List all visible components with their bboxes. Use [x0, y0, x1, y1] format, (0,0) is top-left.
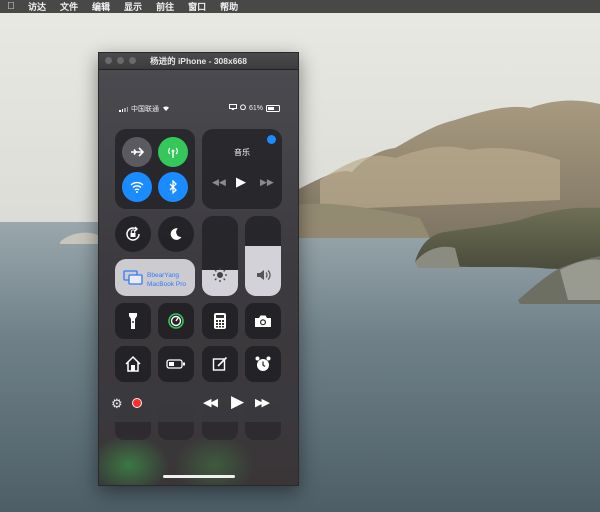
do-not-disturb-icon[interactable]	[158, 216, 194, 252]
menu-go[interactable]: 前往	[150, 0, 182, 13]
menu-help[interactable]: 帮助	[214, 0, 246, 13]
orientation-lock-icon[interactable]	[115, 216, 151, 252]
screen-mirroring-status-icon	[228, 104, 237, 112]
screen-mirroring-module[interactable]: BbearYang MacBook Pro	[115, 259, 195, 296]
battery-icon	[266, 104, 280, 112]
calculator-icon[interactable]	[202, 303, 238, 339]
mirroring-device-name: BbearYang	[147, 272, 180, 279]
menu-bar:  访达 文件 编辑 显示 前往 窗口 帮助	[0, 0, 600, 13]
music-module[interactable]: 音乐 ◀◀ ▶ ▶▶	[202, 129, 282, 209]
bluetooth-icon[interactable]	[158, 172, 188, 202]
previous-icon[interactable]: ◀◀	[212, 177, 226, 188]
next-icon[interactable]: ▶▶	[260, 177, 274, 188]
alarm-icon[interactable]	[245, 346, 281, 382]
carrier-name: 中国联通	[131, 106, 159, 113]
volume-slider[interactable]	[245, 216, 281, 296]
mirroring-device-model: MacBook Pro	[147, 281, 187, 288]
battery-percentage: 61%	[248, 104, 263, 112]
rewind-icon[interactable]: ◀◀	[203, 396, 218, 409]
phone-screen[interactable]: 中国联通 61% 音乐 ◀◀ ▶ ▶▶ BbearYang MacBook Pr…	[99, 70, 298, 485]
menu-finder[interactable]: 访达	[22, 0, 54, 13]
status-bar: 中国联通 61%	[99, 104, 298, 114]
wifi-status-icon	[162, 105, 170, 113]
alarm-status-icon	[240, 104, 246, 112]
flashlight-icon[interactable]	[115, 303, 151, 339]
window-titlebar[interactable]: 杨进的 iPhone - 308x668	[99, 53, 298, 70]
cellular-data-icon[interactable]	[158, 137, 188, 167]
record-button[interactable]	[132, 398, 142, 408]
menu-view[interactable]: 显示	[118, 0, 150, 13]
menu-window[interactable]: 窗口	[182, 0, 214, 13]
home-icon[interactable]	[115, 346, 151, 382]
fast-forward-icon[interactable]: ▶▶	[255, 396, 270, 409]
desktop-wallpaper	[0, 0, 600, 512]
speaker-icon	[255, 268, 271, 287]
gear-icon[interactable]: ⚙	[111, 396, 123, 412]
menu-file[interactable]: 文件	[54, 0, 86, 13]
wifi-icon[interactable]	[122, 172, 152, 202]
play-icon[interactable]: ▶	[236, 174, 246, 190]
airplay-icon[interactable]	[267, 135, 276, 144]
simulator-toolbar: ⚙ ◀◀ ▶ ▶▶	[99, 384, 298, 422]
window-title: 杨进的 iPhone - 308x668	[150, 56, 247, 66]
airplane-mode-icon[interactable]	[122, 137, 152, 167]
play-icon[interactable]: ▶	[231, 392, 244, 412]
camera-icon[interactable]	[245, 303, 281, 339]
brightness-slider[interactable]	[202, 216, 238, 296]
simulator-window: 杨进的 iPhone - 308x668 中国联通 61% 音乐 ◀◀ ▶ ▶▶…	[98, 52, 299, 486]
notes-icon[interactable]	[202, 346, 238, 382]
menu-edit[interactable]: 编辑	[86, 0, 118, 13]
music-title: 音乐	[234, 148, 250, 157]
screen-mirroring-icon	[123, 270, 143, 290]
low-power-mode-icon[interactable]	[158, 346, 194, 382]
signal-strength-icon	[119, 106, 128, 112]
home-indicator[interactable]	[163, 475, 235, 478]
timer-icon[interactable]	[158, 303, 194, 339]
brightness-icon	[212, 267, 228, 288]
apple-logo-icon[interactable]: 	[0, 1, 22, 12]
connectivity-module	[115, 129, 195, 209]
